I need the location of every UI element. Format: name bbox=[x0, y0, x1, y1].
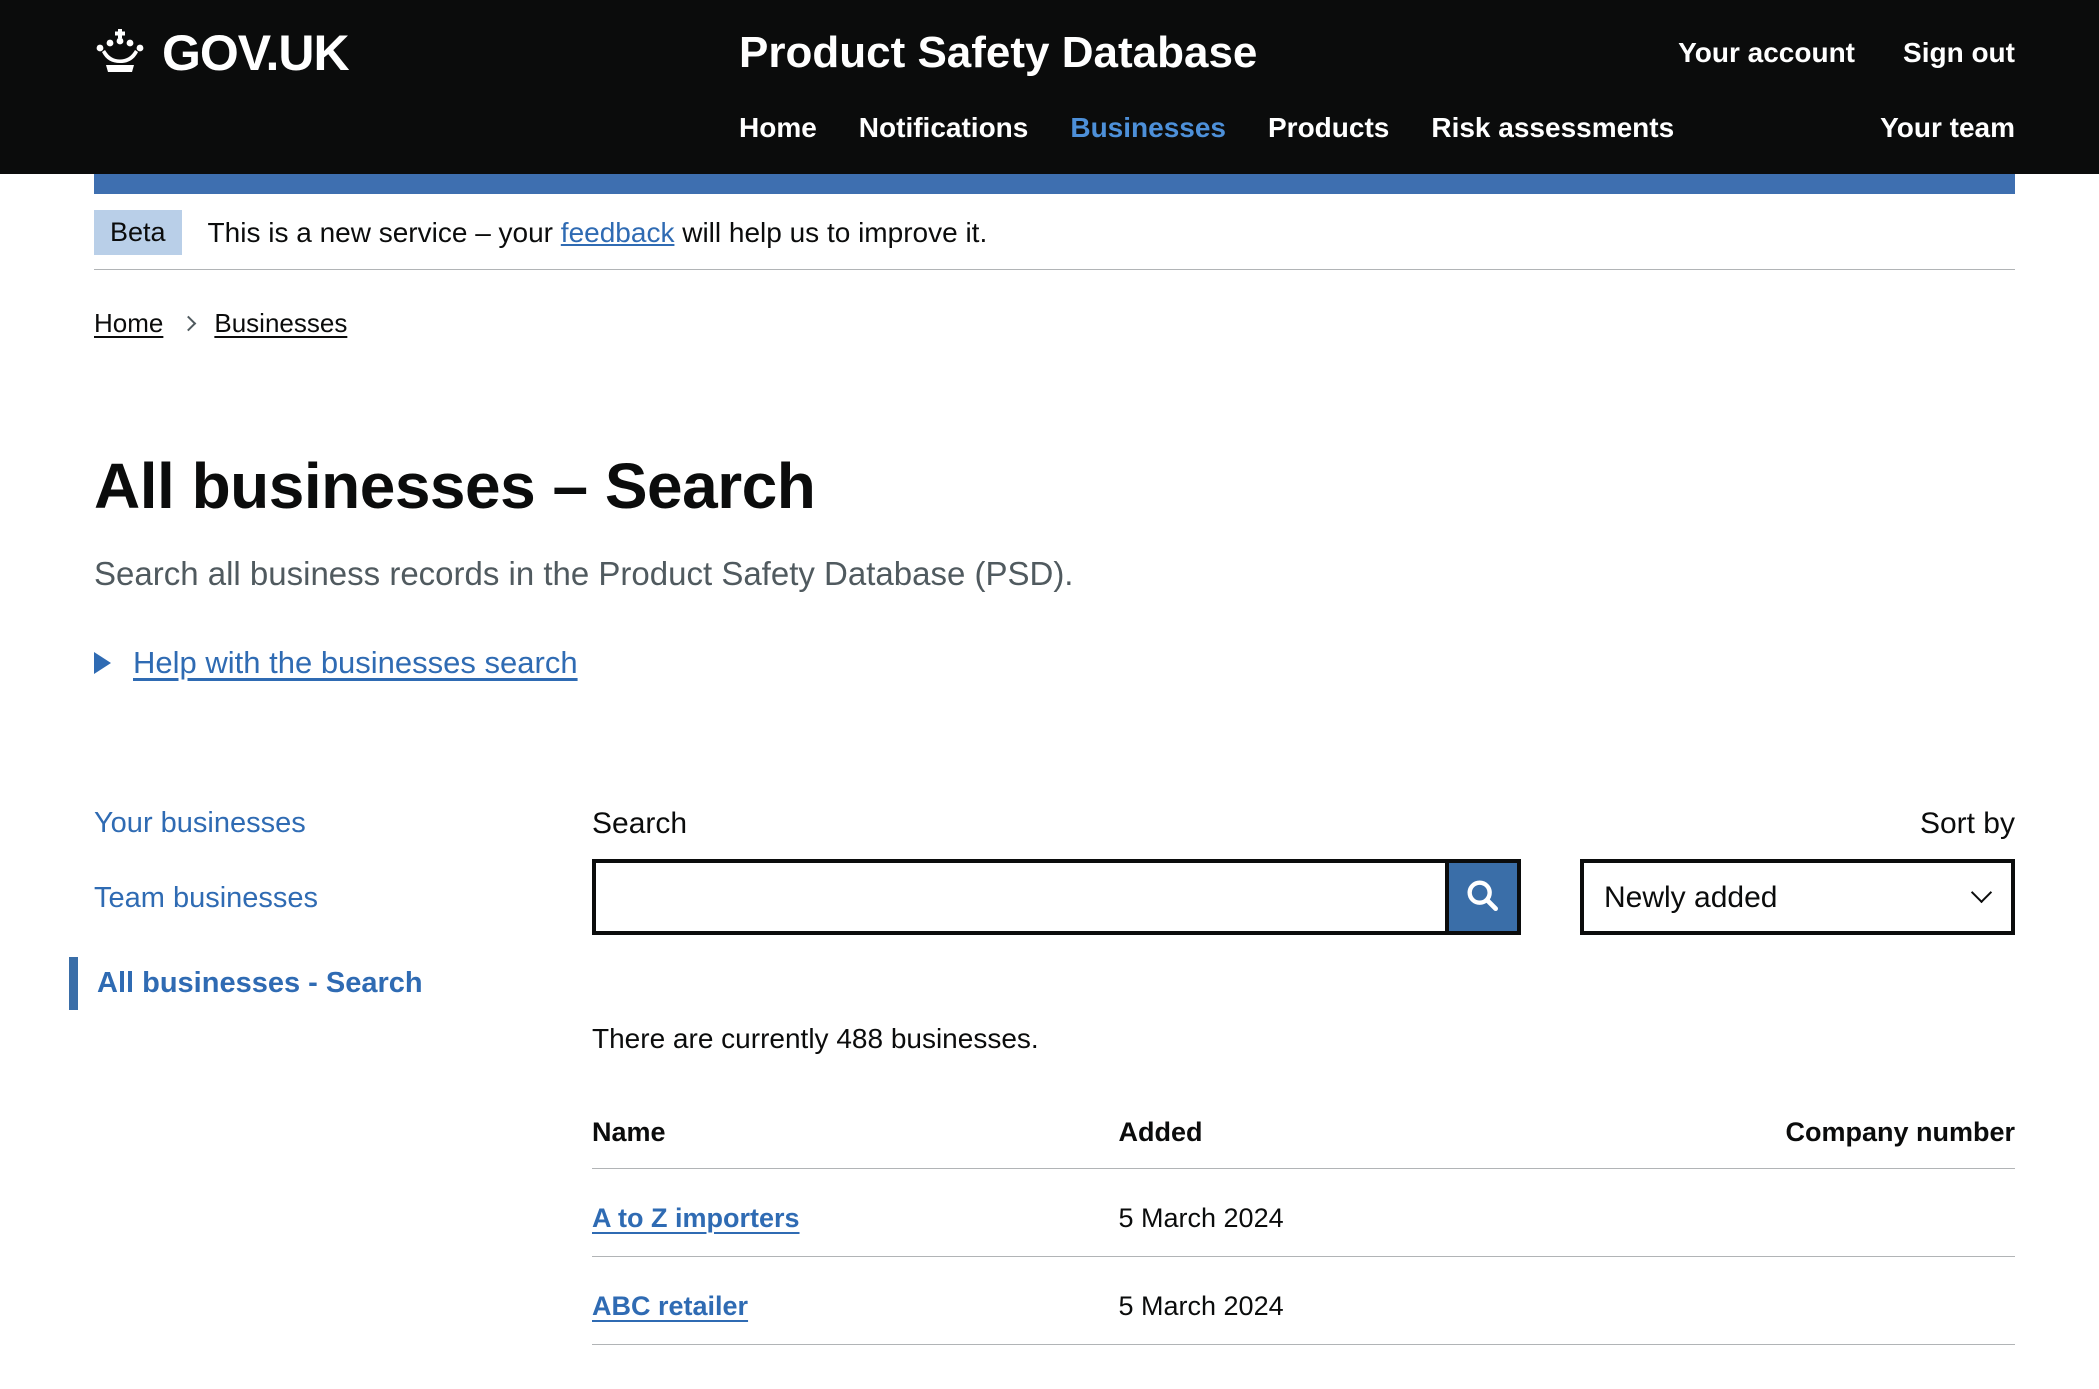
nav-notifications[interactable]: Notifications bbox=[859, 112, 1029, 144]
search-button[interactable] bbox=[1445, 863, 1517, 931]
details-triangle-icon bbox=[94, 652, 111, 674]
sidebar-link-team-businesses[interactable]: Team businesses bbox=[94, 882, 318, 914]
page-lede: Search all business records in the Produ… bbox=[94, 555, 2015, 593]
breadcrumb-businesses[interactable]: Businesses bbox=[214, 308, 347, 339]
govuk-logo-text: GOV.UK bbox=[162, 24, 349, 82]
sort-by-label: Sort by bbox=[1580, 807, 2015, 841]
sign-out-link[interactable]: Sign out bbox=[1903, 37, 2015, 69]
service-name[interactable]: Product Safety Database bbox=[739, 28, 1678, 78]
results-count: There are currently 488 businesses. bbox=[592, 1023, 2015, 1055]
column-header-company-number: Company number bbox=[1688, 1117, 2015, 1169]
search-bar bbox=[592, 859, 1521, 935]
chevron-right-icon bbox=[181, 316, 197, 332]
crown-icon bbox=[94, 29, 146, 78]
phase-text-before: This is a new service – your bbox=[208, 217, 561, 248]
sidebar-item-team-businesses[interactable]: Team businesses bbox=[94, 882, 592, 915]
nav-risk-assessments[interactable]: Risk assessments bbox=[1431, 112, 1674, 144]
sidebar-item-all-businesses-search[interactable]: All businesses - Search bbox=[69, 957, 592, 1010]
sidebar-link-your-businesses[interactable]: Your businesses bbox=[94, 807, 306, 839]
account-links: Your account Sign out bbox=[1678, 37, 2015, 69]
beta-tag: Beta bbox=[94, 210, 182, 255]
main-content: Search So bbox=[592, 807, 2015, 1345]
sort-select[interactable]: Newly added bbox=[1580, 859, 2015, 935]
help-link-label: Help with the businesses search bbox=[133, 645, 578, 681]
primary-nav: Home Notifications Businesses Products R… bbox=[94, 112, 2015, 144]
nav-products[interactable]: Products bbox=[1268, 112, 1389, 144]
feedback-link[interactable]: feedback bbox=[561, 217, 675, 248]
businesses-table: Name Added Company number A to Z importe… bbox=[592, 1117, 2015, 1345]
sidebar: Your businesses Team businesses All busi… bbox=[94, 807, 592, 1052]
business-added-date: 5 March 2024 bbox=[1119, 1169, 1688, 1257]
phase-text-after: will help us to improve it. bbox=[674, 217, 987, 248]
nav-your-team[interactable]: Your team bbox=[1880, 112, 2015, 143]
nav-businesses[interactable]: Businesses bbox=[1070, 112, 1226, 144]
search-input[interactable] bbox=[596, 863, 1445, 931]
nav-home[interactable]: Home bbox=[739, 112, 817, 144]
your-account-link[interactable]: Your account bbox=[1678, 37, 1855, 69]
table-row: ABC retailer 5 March 2024 bbox=[592, 1257, 2015, 1345]
business-company-number bbox=[1688, 1257, 2015, 1345]
breadcrumb: Home Businesses bbox=[94, 308, 2015, 339]
search-label: Search bbox=[592, 807, 1521, 841]
table-row: A to Z importers 5 March 2024 bbox=[592, 1169, 2015, 1257]
sidebar-item-your-businesses[interactable]: Your businesses bbox=[94, 807, 592, 840]
masthead-accent-bar bbox=[94, 174, 2015, 194]
page-title: All businesses – Search bbox=[94, 449, 2015, 523]
business-company-number bbox=[1688, 1169, 2015, 1257]
sort-select-wrap: Newly added bbox=[1580, 859, 2015, 935]
phase-banner-text: This is a new service – your feedback wi… bbox=[208, 217, 988, 249]
govuk-logo[interactable]: GOV.UK bbox=[94, 24, 739, 82]
business-link[interactable]: ABC retailer bbox=[592, 1291, 748, 1321]
breadcrumb-home[interactable]: Home bbox=[94, 308, 163, 339]
business-link[interactable]: A to Z importers bbox=[592, 1203, 800, 1233]
masthead: GOV.UK Product Safety Database Your acco… bbox=[0, 0, 2099, 174]
phase-banner: Beta This is a new service – your feedba… bbox=[94, 194, 2015, 270]
business-added-date: 5 March 2024 bbox=[1119, 1257, 1688, 1345]
table-header-row: Name Added Company number bbox=[592, 1117, 2015, 1169]
search-icon bbox=[1463, 876, 1503, 919]
column-header-added: Added bbox=[1119, 1117, 1688, 1169]
help-details: Help with the businesses search bbox=[94, 645, 2015, 681]
column-header-name: Name bbox=[592, 1117, 1119, 1169]
help-summary[interactable]: Help with the businesses search bbox=[94, 645, 2015, 681]
sidebar-link-all-businesses-search[interactable]: All businesses - Search bbox=[97, 967, 423, 999]
